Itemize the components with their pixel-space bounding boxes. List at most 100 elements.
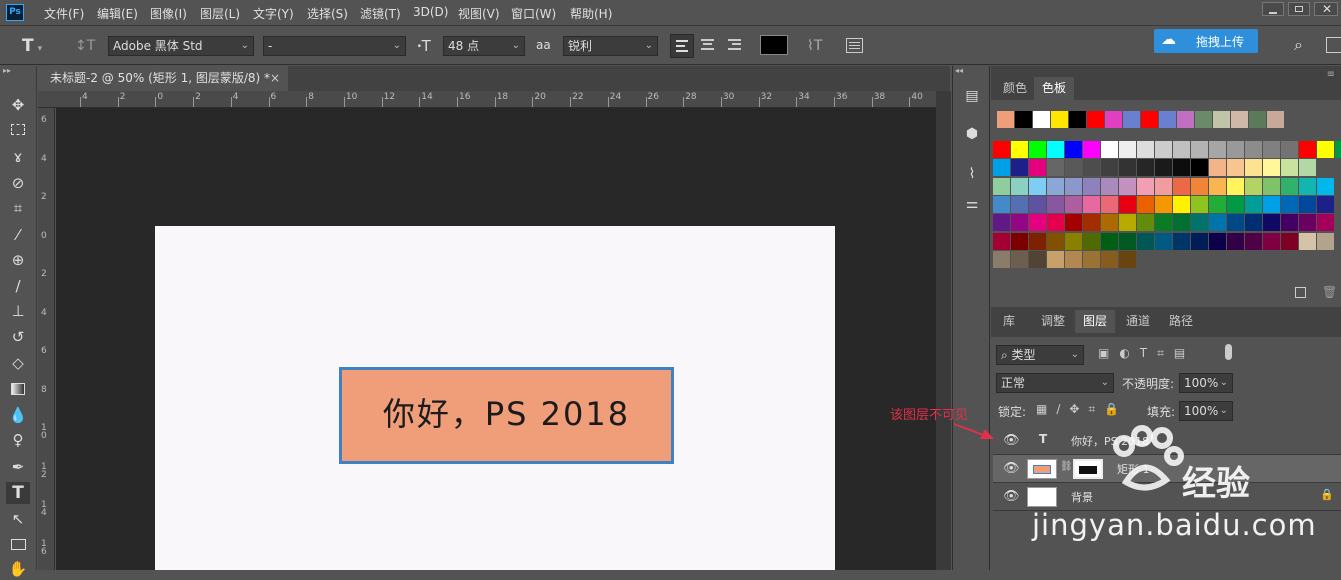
collapse-icon[interactable]: ▸▸ — [3, 66, 11, 75]
font-family-select[interactable]: Adobe 黑体 Std ⌄ — [108, 36, 254, 56]
layer-row[interactable]: 👁 ⛓ 矩形 1 — [993, 455, 1341, 483]
menu-3d[interactable]: 3D(D) — [413, 5, 448, 19]
align-center-button[interactable] — [699, 37, 717, 53]
hand-tool-icon[interactable]: ✋ — [6, 558, 30, 580]
eyedropper-tool-icon[interactable]: ⁄ — [6, 224, 30, 246]
text-color-swatch[interactable] — [760, 35, 788, 55]
swatch[interactable] — [1119, 250, 1136, 268]
swatch[interactable] — [997, 111, 1014, 128]
collapse-icon[interactable]: ◂◂ — [955, 66, 963, 75]
swatch[interactable] — [1227, 214, 1244, 232]
swatch[interactable] — [1195, 111, 1212, 128]
swatch[interactable] — [1209, 159, 1226, 177]
history-panel-icon[interactable]: ▤ — [962, 88, 982, 108]
swatch[interactable] — [1011, 141, 1028, 158]
swatch[interactable] — [1267, 111, 1284, 128]
menu-type[interactable]: 文字(Y) — [253, 5, 294, 22]
swatch[interactable] — [993, 141, 1010, 158]
swatch[interactable] — [1191, 214, 1208, 232]
swatch[interactable] — [1029, 177, 1046, 195]
swatch[interactable] — [1299, 232, 1316, 250]
swatch[interactable] — [1101, 250, 1118, 268]
swatch[interactable] — [1137, 214, 1154, 232]
path-select-tool-icon[interactable]: ↖ — [6, 508, 30, 530]
swatch[interactable] — [1299, 141, 1316, 158]
swatch[interactable] — [993, 250, 1010, 268]
text-orientation-icon[interactable]: ↕T — [75, 36, 95, 56]
brush-tool-icon[interactable]: ∕ — [6, 275, 30, 297]
swatch[interactable] — [1011, 232, 1028, 250]
minimize-button[interactable] — [1262, 2, 1284, 16]
type-tool-button[interactable]: T — [6, 482, 30, 504]
layer-name[interactable]: 矩形 1 — [1117, 461, 1150, 477]
menu-edit[interactable]: 编辑(E) — [97, 5, 138, 22]
layer-row[interactable]: 👁 T 你好，PS 2018 — [993, 427, 1341, 455]
swatch[interactable] — [1119, 141, 1136, 158]
swatch[interactable] — [1245, 232, 1262, 250]
swatch[interactable] — [1227, 232, 1244, 250]
swatch[interactable] — [1263, 177, 1280, 195]
swatch[interactable] — [1159, 111, 1176, 128]
swatch[interactable] — [1155, 177, 1172, 195]
swatch[interactable] — [993, 214, 1010, 232]
layer-filter-select[interactable]: ⌕ 类型 ⌄ — [996, 345, 1084, 365]
marquee-tool-icon[interactable] — [6, 119, 30, 141]
swatch[interactable] — [1015, 111, 1032, 128]
tab-paths[interactable]: 路径 — [1161, 310, 1201, 333]
menu-file[interactable]: 文件(F) — [44, 5, 84, 22]
pen-tool-icon[interactable]: ✒ — [6, 456, 30, 478]
swatch[interactable] — [1263, 232, 1280, 250]
swatch[interactable] — [1209, 232, 1226, 250]
type-tool-icon[interactable]: T ▾ — [22, 36, 42, 59]
swatch[interactable] — [1083, 250, 1100, 268]
swatch[interactable] — [1245, 195, 1262, 213]
tab-channels[interactable]: 通道 — [1118, 310, 1158, 333]
swatch[interactable] — [1191, 159, 1208, 177]
swatch[interactable] — [1173, 195, 1190, 213]
dodge-tool-icon[interactable]: ♀ — [6, 429, 30, 451]
properties-panel-icon[interactable]: ⚌ — [962, 196, 982, 216]
menu-help[interactable]: 帮助(H) — [570, 5, 612, 22]
swatch[interactable] — [1105, 111, 1122, 128]
swatch[interactable] — [1011, 250, 1028, 268]
canvas-workspace[interactable]: 你好，PS 2018 — [56, 108, 936, 570]
swatch[interactable] — [1065, 232, 1082, 250]
swatch[interactable] — [1317, 177, 1334, 195]
swatch[interactable] — [1263, 141, 1280, 158]
swatch[interactable] — [1209, 195, 1226, 213]
eye-icon[interactable]: 👁 — [1003, 433, 1020, 448]
vertical-scrollbar[interactable] — [936, 91, 951, 570]
swatch[interactable] — [1317, 195, 1334, 213]
swatch[interactable] — [1299, 159, 1316, 177]
swatch[interactable] — [1119, 214, 1136, 232]
menu-window[interactable]: 窗口(W) — [511, 5, 556, 22]
tab-layers[interactable]: 图层 — [1075, 310, 1116, 333]
swatch[interactable] — [1245, 214, 1262, 232]
antialias-select[interactable]: 锐利 ⌄ — [563, 36, 658, 56]
opacity-input[interactable]: 100% ⌄ — [1179, 373, 1233, 393]
swatch[interactable] — [1299, 177, 1316, 195]
document-canvas[interactable]: 你好，PS 2018 — [155, 226, 835, 570]
swatch[interactable] — [1281, 214, 1298, 232]
blend-mode-select[interactable]: 正常 ⌄ — [996, 373, 1114, 393]
swatch[interactable] — [1101, 141, 1118, 158]
swatch[interactable] — [1047, 195, 1064, 213]
swatch[interactable] — [1209, 141, 1226, 158]
eye-icon[interactable]: 👁 — [1003, 461, 1020, 476]
swatch[interactable] — [1137, 159, 1154, 177]
swatch[interactable] — [1065, 141, 1082, 158]
menu-view[interactable]: 视图(V) — [458, 5, 500, 22]
swatch[interactable] — [1047, 214, 1064, 232]
swatch[interactable] — [1227, 177, 1244, 195]
canvas-text-layer[interactable]: 你好，PS 2018 — [342, 370, 671, 461]
swatch[interactable] — [1245, 141, 1262, 158]
rectangle-tool-icon[interactable] — [6, 534, 30, 556]
swatch[interactable] — [1227, 141, 1244, 158]
swatch[interactable] — [1119, 159, 1136, 177]
swatch[interactable] — [1137, 232, 1154, 250]
blur-tool-icon[interactable]: 💧 — [6, 404, 30, 426]
layer-filter-icons[interactable]: ▣◐T⌗▤ — [1098, 346, 1195, 361]
swatch[interactable] — [1231, 111, 1248, 128]
swatch[interactable] — [1101, 159, 1118, 177]
tab-swatches[interactable]: 色板 — [1034, 77, 1075, 100]
